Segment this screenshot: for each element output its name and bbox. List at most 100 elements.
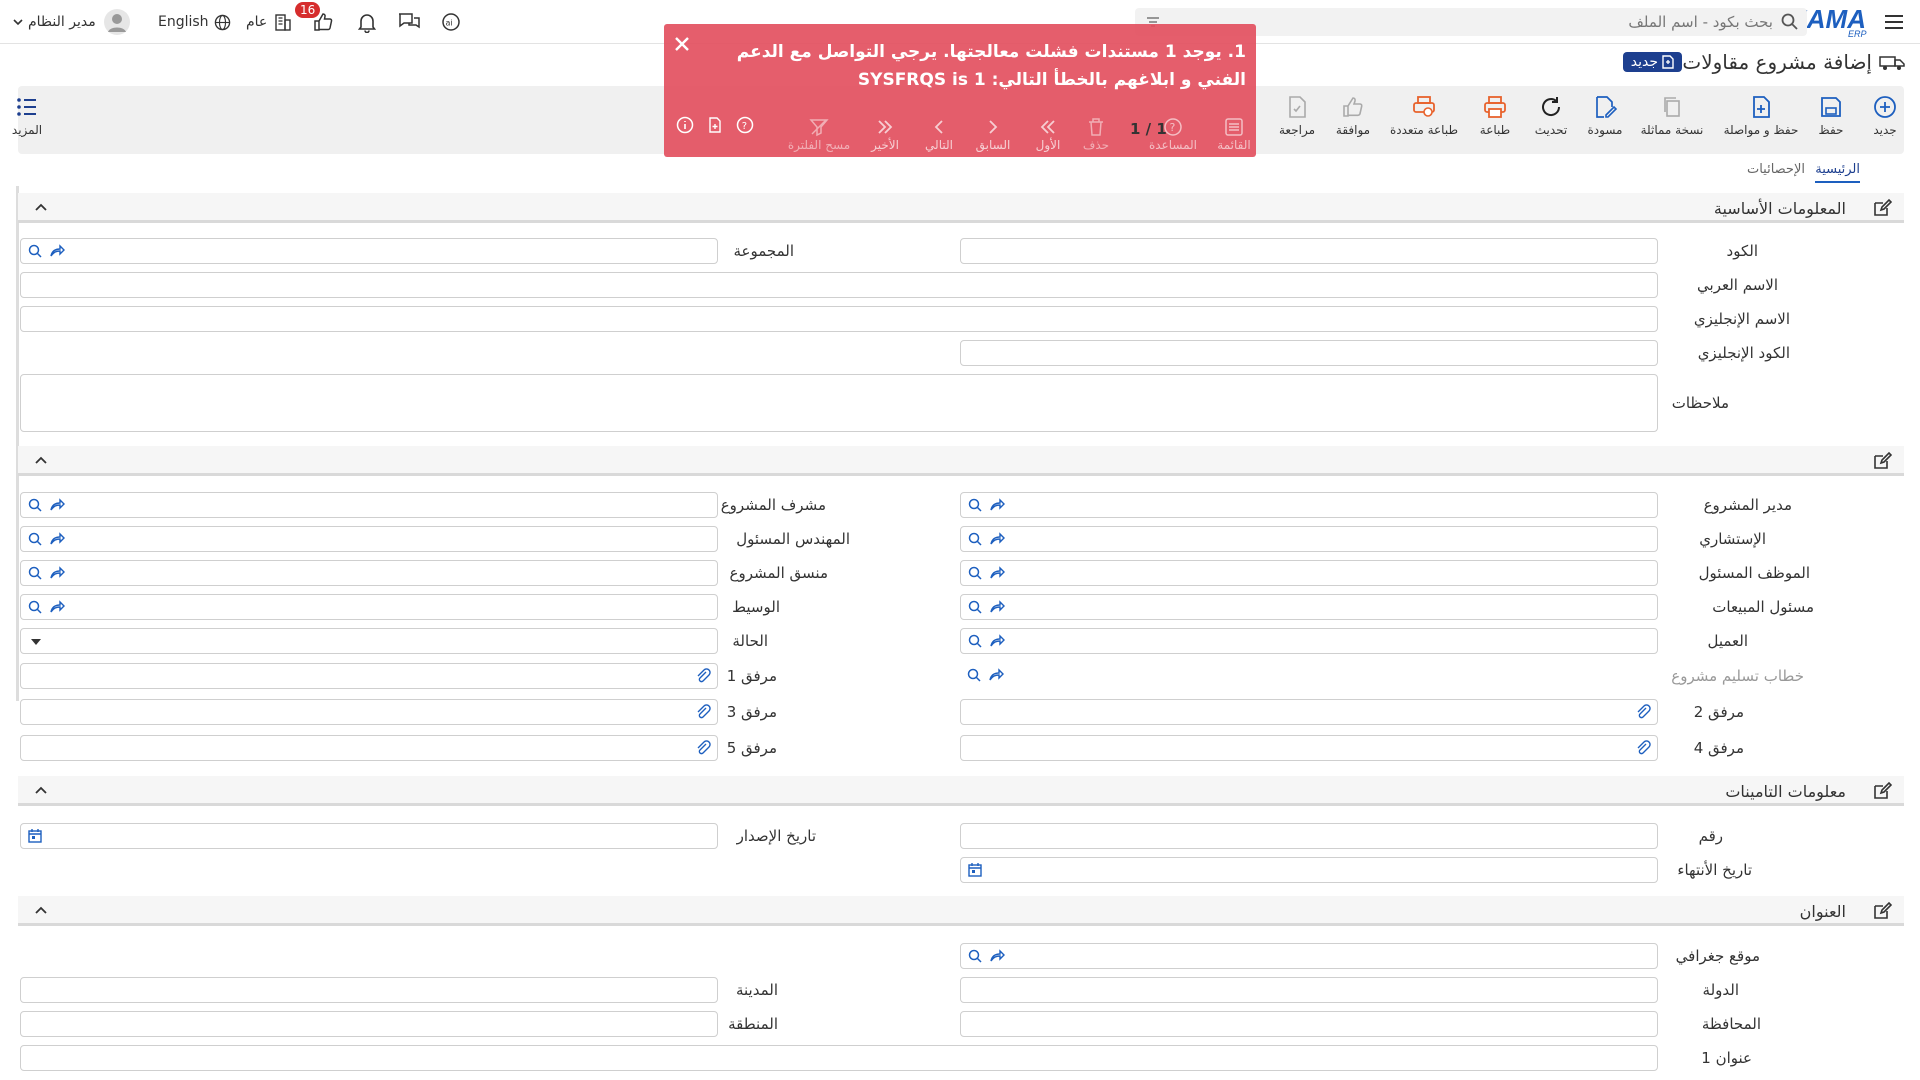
- paperclip-icon[interactable]: [695, 704, 711, 720]
- end-date-field[interactable]: [960, 857, 1658, 883]
- paperclip-icon[interactable]: [695, 668, 711, 684]
- project-coordinator-field[interactable]: [20, 560, 718, 586]
- chevron-up-icon[interactable]: [34, 201, 48, 215]
- search-add-icon[interactable]: [27, 599, 43, 615]
- draft-button[interactable]: مسودة: [1574, 94, 1636, 150]
- share-icon[interactable]: [989, 599, 1005, 615]
- attachment2-field[interactable]: [960, 699, 1658, 725]
- paperclip-icon[interactable]: [1635, 704, 1651, 720]
- attachment5-field[interactable]: [20, 735, 718, 761]
- share-icon[interactable]: [989, 565, 1005, 581]
- share-icon[interactable]: [989, 948, 1005, 964]
- info-icon[interactable]: [676, 116, 694, 134]
- last-button[interactable]: الأخير: [860, 116, 910, 152]
- tab-main[interactable]: الرئيسية: [1815, 162, 1860, 183]
- project-manager-field[interactable]: [960, 492, 1658, 518]
- tab-stats[interactable]: الإحصائيات: [1747, 162, 1805, 177]
- share-icon[interactable]: [989, 633, 1005, 649]
- section-project[interactable]: [18, 446, 1904, 476]
- responsible-employee-field[interactable]: [960, 560, 1658, 586]
- add-document-icon[interactable]: [706, 116, 724, 134]
- sales-officer-field[interactable]: [960, 594, 1658, 620]
- project-supervisor-field[interactable]: [20, 492, 718, 518]
- group-field[interactable]: [20, 238, 718, 264]
- region-field[interactable]: [20, 1011, 718, 1037]
- save-continue-button[interactable]: حفظ و مواصلة: [1716, 94, 1806, 150]
- section-insurance[interactable]: معلومات التامينات: [18, 776, 1904, 806]
- search-add-icon[interactable]: [27, 497, 43, 513]
- search-add-icon[interactable]: [27, 565, 43, 581]
- review-button[interactable]: مراجعة: [1266, 94, 1328, 150]
- chevron-up-icon[interactable]: [34, 784, 48, 798]
- search-add-icon[interactable]: [967, 565, 983, 581]
- share-icon[interactable]: [988, 667, 1004, 683]
- close-icon[interactable]: [672, 34, 692, 54]
- broker-field[interactable]: [20, 594, 718, 620]
- attachment3-field[interactable]: [20, 699, 718, 725]
- language-switch[interactable]: English: [158, 10, 231, 34]
- user-menu[interactable]: مدير النظام: [12, 9, 130, 35]
- search-add-icon[interactable]: [967, 531, 983, 547]
- copy-button[interactable]: نسخة مماثلة: [1632, 94, 1712, 150]
- paperclip-icon[interactable]: [695, 740, 711, 756]
- approve-button[interactable]: موافقة: [1322, 94, 1384, 150]
- multi-print-button[interactable]: طباعة متعددة: [1382, 94, 1466, 150]
- chat-button[interactable]: [397, 10, 421, 34]
- issue-date-field[interactable]: [20, 823, 718, 849]
- search-add-icon[interactable]: [967, 633, 983, 649]
- clear-filter-button[interactable]: مسح الفلترة: [784, 116, 854, 152]
- search-add-icon[interactable]: [966, 667, 982, 683]
- refresh-button[interactable]: تحديث: [1520, 94, 1582, 150]
- number-field[interactable]: [960, 823, 1658, 849]
- list-button[interactable]: القائمة: [1204, 116, 1264, 152]
- code-field[interactable]: [960, 238, 1658, 264]
- address1-field[interactable]: [20, 1045, 1658, 1071]
- scope-switch[interactable]: عام: [246, 10, 293, 34]
- help-circle-icon[interactable]: ?: [736, 116, 754, 134]
- share-icon[interactable]: [989, 497, 1005, 513]
- more-button[interactable]: المزيد: [0, 94, 58, 150]
- search-add-icon[interactable]: [967, 948, 983, 964]
- share-icon[interactable]: [49, 531, 65, 547]
- customer-field[interactable]: [960, 628, 1658, 654]
- geo-location-field[interactable]: [960, 943, 1658, 969]
- share-icon[interactable]: [989, 531, 1005, 547]
- status-select[interactable]: [20, 628, 718, 654]
- attachment1-field[interactable]: [20, 663, 718, 689]
- city-field[interactable]: [20, 977, 718, 1003]
- english-code-field[interactable]: [960, 340, 1658, 366]
- share-icon[interactable]: [49, 243, 65, 259]
- calendar-icon[interactable]: [967, 862, 983, 878]
- new-button[interactable]: جديد: [1854, 94, 1916, 150]
- english-name-field[interactable]: [20, 306, 1658, 332]
- notes-textarea[interactable]: [20, 374, 1658, 432]
- calendar-icon[interactable]: [27, 828, 43, 844]
- share-icon[interactable]: [49, 497, 65, 513]
- share-icon[interactable]: [49, 565, 65, 581]
- search-add-icon[interactable]: [27, 243, 43, 259]
- chevron-up-icon[interactable]: [34, 904, 48, 918]
- paperclip-icon[interactable]: [1635, 740, 1651, 756]
- search-add-icon[interactable]: [967, 497, 983, 513]
- section-basic[interactable]: المعلومات الأساسية: [18, 193, 1904, 223]
- print-button[interactable]: طباعة: [1464, 94, 1526, 150]
- chevron-up-icon[interactable]: [34, 454, 48, 468]
- consultant-field[interactable]: [960, 526, 1658, 552]
- ai-assistant-button[interactable]: ai: [440, 10, 462, 34]
- search-add-icon[interactable]: [27, 531, 43, 547]
- section-address[interactable]: العنوان: [18, 896, 1904, 926]
- next-button[interactable]: التالي: [914, 116, 964, 152]
- country-field[interactable]: [960, 977, 1658, 1003]
- first-button[interactable]: الأول: [1026, 116, 1070, 152]
- search-add-icon[interactable]: [967, 599, 983, 615]
- governorate-field[interactable]: [960, 1011, 1658, 1037]
- save-button[interactable]: حفظ: [1800, 94, 1862, 150]
- notifications-button[interactable]: [356, 10, 378, 34]
- previous-button[interactable]: السابق: [968, 116, 1018, 152]
- menu-icon[interactable]: [1882, 10, 1906, 34]
- attachment4-field[interactable]: [960, 735, 1658, 761]
- delete-button[interactable]: حذف: [1074, 116, 1118, 152]
- share-icon[interactable]: [49, 599, 65, 615]
- arabic-name-field[interactable]: [20, 272, 1658, 298]
- responsible-engineer-field[interactable]: [20, 526, 718, 552]
